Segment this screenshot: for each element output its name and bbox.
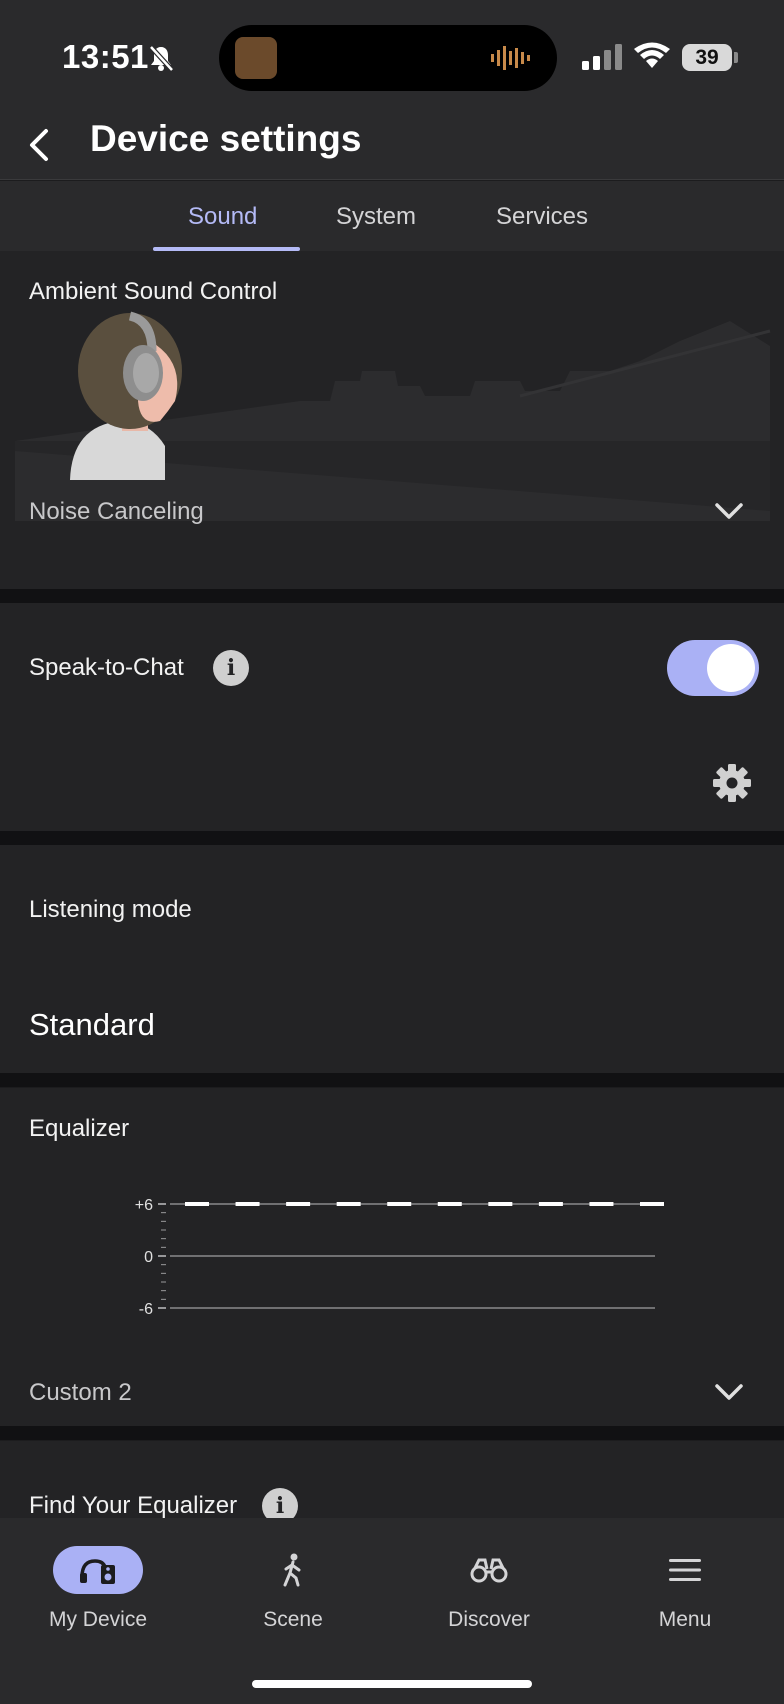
eq-band-mark[interactable] [286,1202,311,1206]
eq-grid [158,1203,655,1309]
find-equalizer-label: Find Your Equalizer [29,1492,238,1519]
equalizer-card[interactable]: Equalizer +6 0 -6 Custom 2 [0,1088,784,1426]
album-art-icon [235,37,277,79]
chevron-down-icon[interactable] [714,1382,744,1402]
binoculars-icon [470,1558,508,1583]
nav-icon-container [640,1546,730,1594]
info-icon[interactable]: i [213,650,249,686]
nav-icon-container [248,1546,338,1594]
page-title: Device settings [90,118,362,159]
home-indicator[interactable] [252,1680,532,1688]
tab-services[interactable]: Services [496,203,588,231]
gear-icon[interactable] [712,763,752,803]
chevron-down-icon[interactable] [714,501,744,521]
headphones-speaker-icon [80,1559,115,1584]
nav-menu[interactable]: Menu [605,1546,765,1632]
back-arrow-icon[interactable] [22,120,62,170]
speak-to-chat-label: Speak-to-Chat [29,654,184,681]
status-time: 13:51 [62,38,149,75]
eq-band-mark[interactable] [589,1202,614,1206]
nav-label: My Device [48,1608,148,1631]
nav-icon-container [53,1546,143,1594]
section-divider [0,589,784,603]
battery-tip [734,52,738,63]
walking-person-icon [283,1553,301,1587]
section-divider [0,1073,784,1087]
nav-label: Discover [448,1608,530,1631]
listening-mode-card[interactable]: Listening mode Standard [0,845,784,1073]
nav-icon-container [444,1546,534,1594]
audio-waveform-icon [491,46,530,70]
cellular-signal-icon [582,44,622,70]
hamburger-menu-icon [669,1559,701,1581]
ambient-sound-card[interactable]: Ambient Sound Control Noise Canceling [0,251,784,589]
ambient-illustration [15,311,771,521]
nav-discover[interactable]: Discover [409,1546,569,1632]
nav-my-device[interactable]: My Device [18,1546,178,1632]
ambient-mode-value[interactable]: Noise Canceling [29,498,204,526]
app-header: Device settings [0,110,784,180]
eq-band-mark[interactable] [336,1202,361,1206]
battery-icon: 39 [682,44,732,71]
equalizer-title: Equalizer [29,1115,130,1142]
nav-scene[interactable]: Scene [213,1546,373,1632]
eq-band-mark[interactable] [387,1202,412,1206]
eq-band-mark[interactable] [437,1202,462,1206]
tab-system[interactable]: System [336,203,416,231]
eq-tick-zero: 0 [144,1249,153,1266]
section-divider [0,831,784,845]
speak-to-chat-card: Speak-to-Chat i [0,603,784,831]
nav-label: Scene [263,1608,323,1631]
wifi-icon [634,42,670,68]
status-bar: 13:51 39 [0,0,784,110]
bell-muted-icon [149,45,174,72]
eq-band-mark[interactable] [235,1202,260,1206]
tab-bar: Sound System Services [0,181,784,251]
eq-band-mark[interactable] [185,1202,209,1206]
section-divider [0,1426,784,1440]
eq-tick-plus6: +6 [135,1197,153,1214]
toggle-knob [707,644,755,692]
speak-to-chat-toggle[interactable] [667,640,759,696]
equalizer-chart: +6 0 -6 [135,1197,664,1318]
tab-sound[interactable]: Sound [188,203,257,231]
eq-band-mark[interactable] [640,1202,664,1206]
eq-band-mark[interactable] [488,1202,513,1206]
equalizer-preset-value[interactable]: Custom 2 [29,1379,132,1407]
ambient-title: Ambient Sound Control [29,278,278,305]
eq-tick-minus6: -6 [139,1301,153,1318]
nav-label: Menu [658,1608,712,1631]
dynamic-island[interactable] [219,25,557,91]
listening-mode-value: Standard [29,1007,155,1042]
eq-band-mark[interactable] [538,1202,563,1206]
listening-mode-title: Listening mode [29,896,192,923]
bottom-navigation: My Device Scene Discover Menu [0,1518,784,1704]
